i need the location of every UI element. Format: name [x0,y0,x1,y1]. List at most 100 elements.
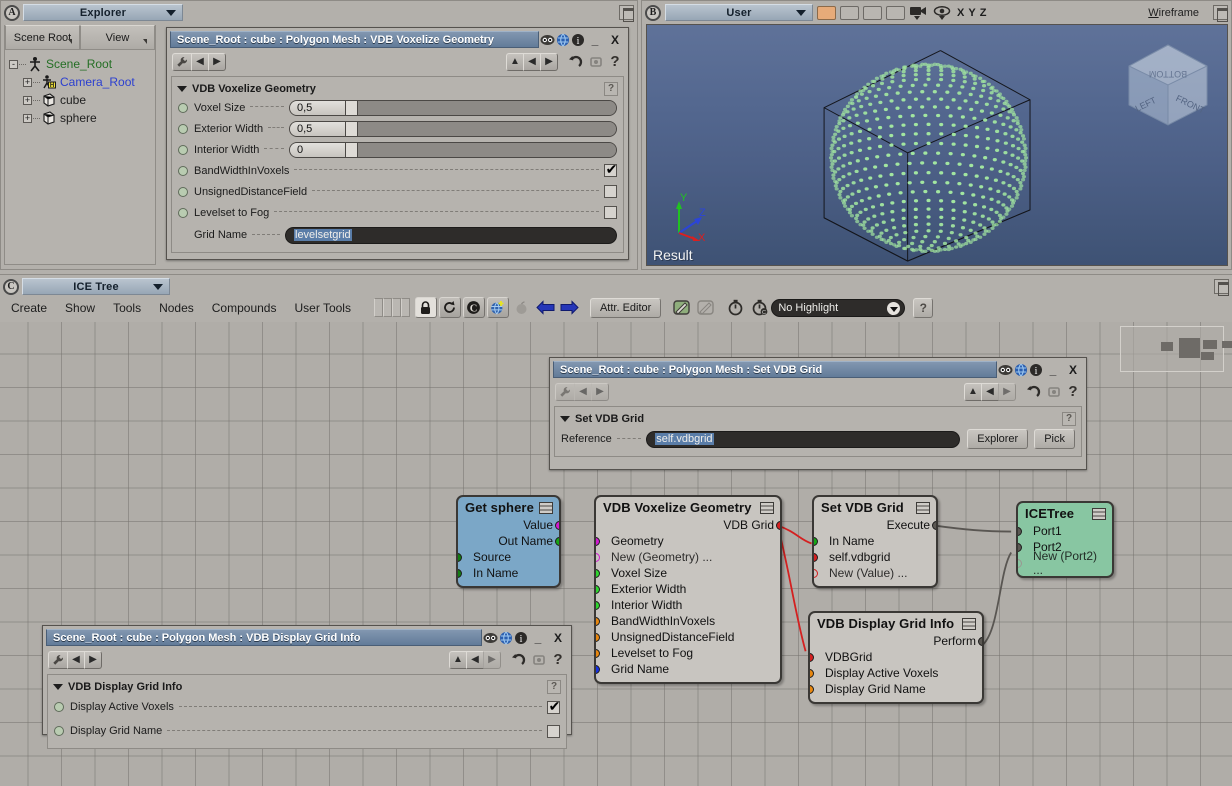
animation-dot[interactable] [178,165,188,176]
left-arrow-icon[interactable]: ◀ [523,52,541,71]
output-port-value[interactable]: Value [458,517,559,533]
port-dot[interactable] [596,648,600,658]
node-vdb-display-grid-info[interactable]: VDB Display Grid Info Perform VDBGrid Displ… [808,611,984,704]
minimize-button[interactable]: _ [585,32,605,48]
animation-dot[interactable] [178,123,188,134]
tree-expander[interactable]: + [23,95,32,105]
slider-thumb[interactable] [346,142,358,157]
node-title-bar[interactable]: VDB Display Grid Info [810,613,982,633]
globe-icon[interactable] [1013,361,1028,378]
globe-icon[interactable] [555,31,570,48]
redo-disabled-icon[interactable] [586,53,606,71]
menu-create[interactable]: Create [2,299,56,317]
view-layout-3-button[interactable] [863,5,882,20]
port-dot[interactable] [458,552,462,562]
tree-item-scene_root[interactable]: - Scene_Root [9,55,151,73]
input-port-display-grid-name[interactable]: Display Grid Name [810,681,982,697]
tree-item-sphere[interactable]: + sphere [9,109,151,127]
port-dot[interactable] [555,520,559,530]
slider-0[interactable]: 0,5 [289,99,617,116]
apple-icon[interactable] [511,297,533,318]
right-arrow-icon[interactable]: ▶ [540,52,558,71]
maximize-icon[interactable] [619,5,634,22]
close-button[interactable]: X [605,32,625,48]
animation-dot[interactable] [178,102,188,113]
ppg-titlebar[interactable]: Scene_Root : cube : Polygon Mesh : Set V… [553,361,1083,378]
display-mode-label[interactable]: Wireframe [1148,7,1199,19]
menu-compounds[interactable]: Compounds [203,299,286,317]
port-dot[interactable] [814,552,818,562]
input-port-in-name[interactable]: In Name [814,533,936,549]
voxelize-section-header[interactable]: VDB Voxelize Geometry ? [172,80,623,97]
shelf-slot[interactable] [391,298,401,317]
tree-expander[interactable]: - [9,59,18,69]
input-port-source[interactable]: Source [458,549,559,565]
input-port-in-name[interactable]: In Name [458,565,559,581]
shelf-slot[interactable] [400,298,410,317]
help-icon[interactable]: ? [606,53,624,71]
panel-letter-a[interactable]: A [4,4,20,21]
node-title-bar[interactable]: Set VDB Grid [814,497,936,517]
refresh-icon[interactable] [438,297,461,318]
ppg-titlebar[interactable]: Scene_Root : cube : Polygon Mesh : VDB D… [46,629,568,646]
help-icon[interactable]: ? [549,651,567,669]
output-port-vdb-grid[interactable]: VDB Grid [596,517,780,533]
menu-tools[interactable]: Tools [104,299,150,317]
port-dot[interactable] [596,584,600,594]
next-icon[interactable]: ▶ [208,52,226,71]
maximize-icon[interactable] [1214,279,1229,296]
wrench-icon[interactable] [48,650,68,669]
redo-disabled-icon[interactable] [1044,383,1064,401]
port-dot[interactable] [596,552,600,562]
view-layout-single-button[interactable] [817,5,836,20]
port-dot[interactable] [596,616,600,626]
node-icetree[interactable]: ICETree Port1 Port2 New (Port2) ... [1016,501,1114,578]
timer-c-icon[interactable]: C [748,297,770,318]
node-get-sphere[interactable]: Get sphere Value Out Name Source In Name [456,495,561,588]
prev-icon[interactable]: ◀ [67,650,85,669]
paint-icon[interactable] [670,297,692,318]
back-arrow-icon[interactable] [535,297,557,318]
port-dot[interactable] [1018,526,1022,536]
section-help-icon[interactable]: ? [604,81,618,96]
globe-add-icon[interactable] [486,297,509,318]
input-port-voxel-size[interactable]: Voxel Size [596,565,780,581]
node-title-bar[interactable]: ICETree [1018,503,1112,523]
wrench-icon[interactable] [172,52,192,71]
reference-input[interactable]: self.vdbgrid [646,430,961,448]
undo-icon[interactable] [565,53,586,71]
paint-disabled-icon[interactable] [694,297,716,318]
animation-dot[interactable] [54,726,64,736]
section-help-icon[interactable]: ? [1062,411,1076,426]
graph-minimap[interactable] [1120,326,1232,372]
up-arrow-icon[interactable]: ▲ [506,52,524,71]
eyes-icon[interactable] [998,361,1013,378]
input-port-display-active-voxels[interactable]: Display Active Voxels [810,665,982,681]
right-arrow-icon[interactable]: ▶ [483,650,501,669]
param-checkbox[interactable] [604,161,618,177]
input-port-levelset-to-fog[interactable]: Levelset to Fog [596,645,780,661]
animation-dot[interactable] [178,186,188,197]
slider-thumb[interactable] [346,121,358,136]
displayinfo-section-header[interactable]: VDB Display Grid Info ? [48,678,566,695]
port-dot[interactable] [596,600,600,610]
panel-letter-b[interactable]: B [645,4,661,21]
panel-letter-c[interactable]: C [3,278,19,295]
port-dot[interactable] [932,520,936,530]
output-port-out-name[interactable]: Out Name [458,533,559,549]
input-port-grid-name[interactable]: Grid Name [596,661,780,677]
ice-tree-title-combo[interactable]: ICE Tree [22,278,170,295]
port-dot[interactable] [776,520,780,530]
close-button[interactable]: X [548,630,568,646]
menu-show[interactable]: Show [56,299,104,317]
input-port-new-geometry-[interactable]: New (Geometry) ... [596,549,780,565]
input-port-geometry[interactable]: Geometry [596,533,780,549]
port-dot[interactable] [596,632,600,642]
explorer-button[interactable]: Explorer [967,429,1029,449]
slider-track[interactable] [358,121,616,136]
slider-thumb[interactable] [346,100,358,115]
prev-icon[interactable]: ◀ [574,382,592,401]
redo-disabled-icon[interactable] [529,651,549,669]
viewport-camera-combo[interactable]: User [665,4,813,21]
input-port-unsigneddistancefield[interactable]: UnsignedDistanceField [596,629,780,645]
